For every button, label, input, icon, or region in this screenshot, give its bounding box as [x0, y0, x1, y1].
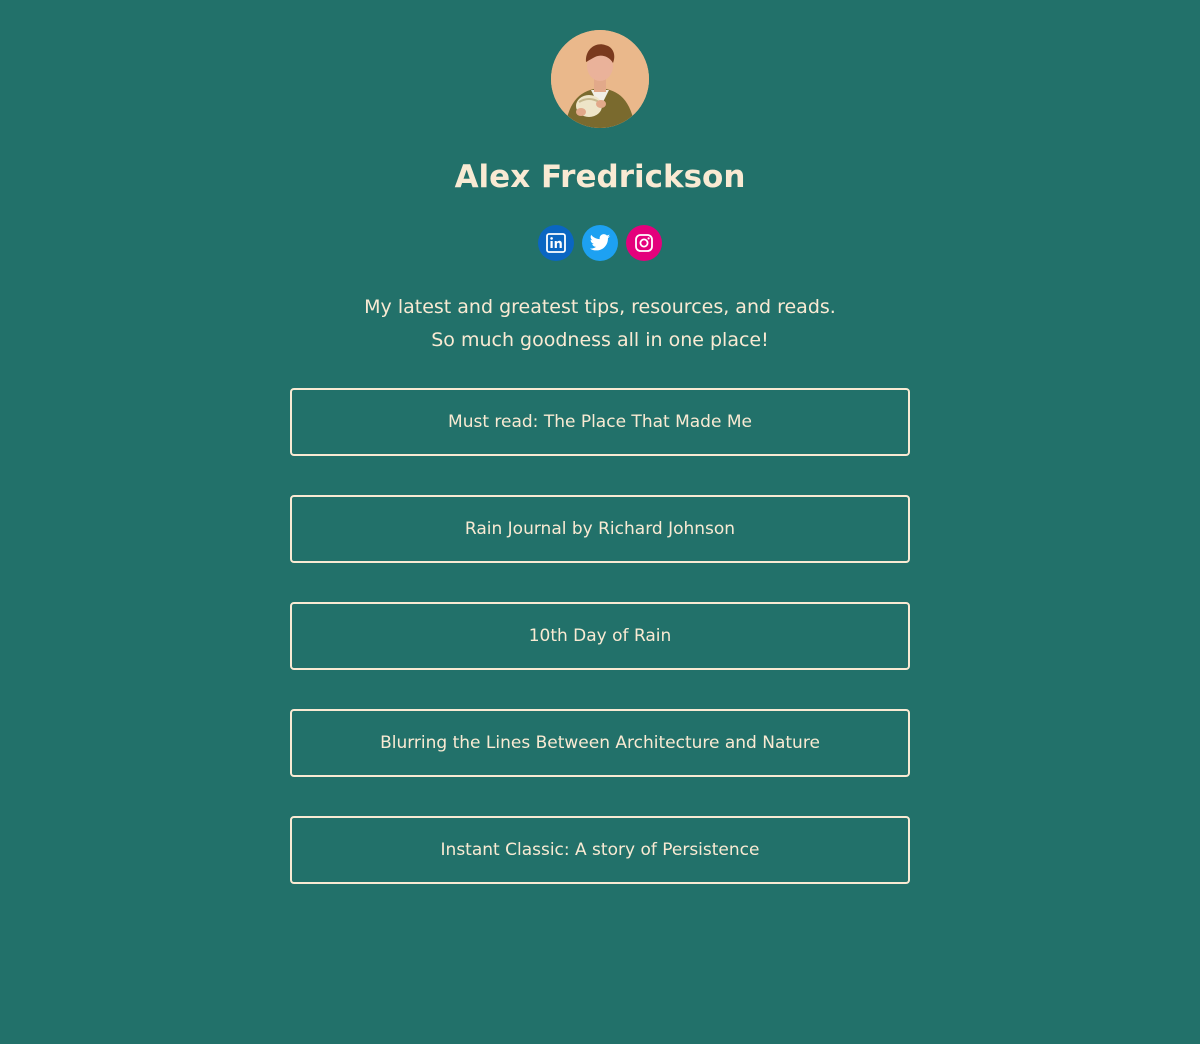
social-links	[538, 225, 662, 261]
bio-tagline: My latest and greatest tips, resources, …	[364, 291, 836, 357]
profile-page: Alex Fredrickson My latest and greatest …	[0, 0, 1200, 884]
tagline-line-1: My latest and greatest tips, resources, …	[364, 296, 836, 318]
tagline-line-2: So much goodness all in one place!	[431, 329, 769, 351]
linkedin-link[interactable]	[538, 225, 574, 261]
twitter-link[interactable]	[582, 225, 618, 261]
linkedin-icon	[546, 233, 566, 253]
link-button-instant-classic[interactable]: Instant Classic: A story of Persistence	[290, 816, 910, 884]
link-list: Must read: The Place That Made Me Rain J…	[290, 388, 910, 884]
link-button-must-read[interactable]: Must read: The Place That Made Me	[290, 388, 910, 456]
link-button-blurring-the-lines[interactable]: Blurring the Lines Between Architecture …	[290, 709, 910, 777]
twitter-icon	[589, 234, 611, 251]
link-button-10th-day-of-rain[interactable]: 10th Day of Rain	[290, 602, 910, 670]
link-button-rain-journal[interactable]: Rain Journal by Richard Johnson	[290, 495, 910, 563]
instagram-link[interactable]	[626, 225, 662, 261]
instagram-icon	[635, 234, 653, 252]
avatar	[551, 30, 649, 128]
profile-name: Alex Fredrickson	[454, 159, 746, 195]
avatar-photo	[551, 30, 649, 128]
